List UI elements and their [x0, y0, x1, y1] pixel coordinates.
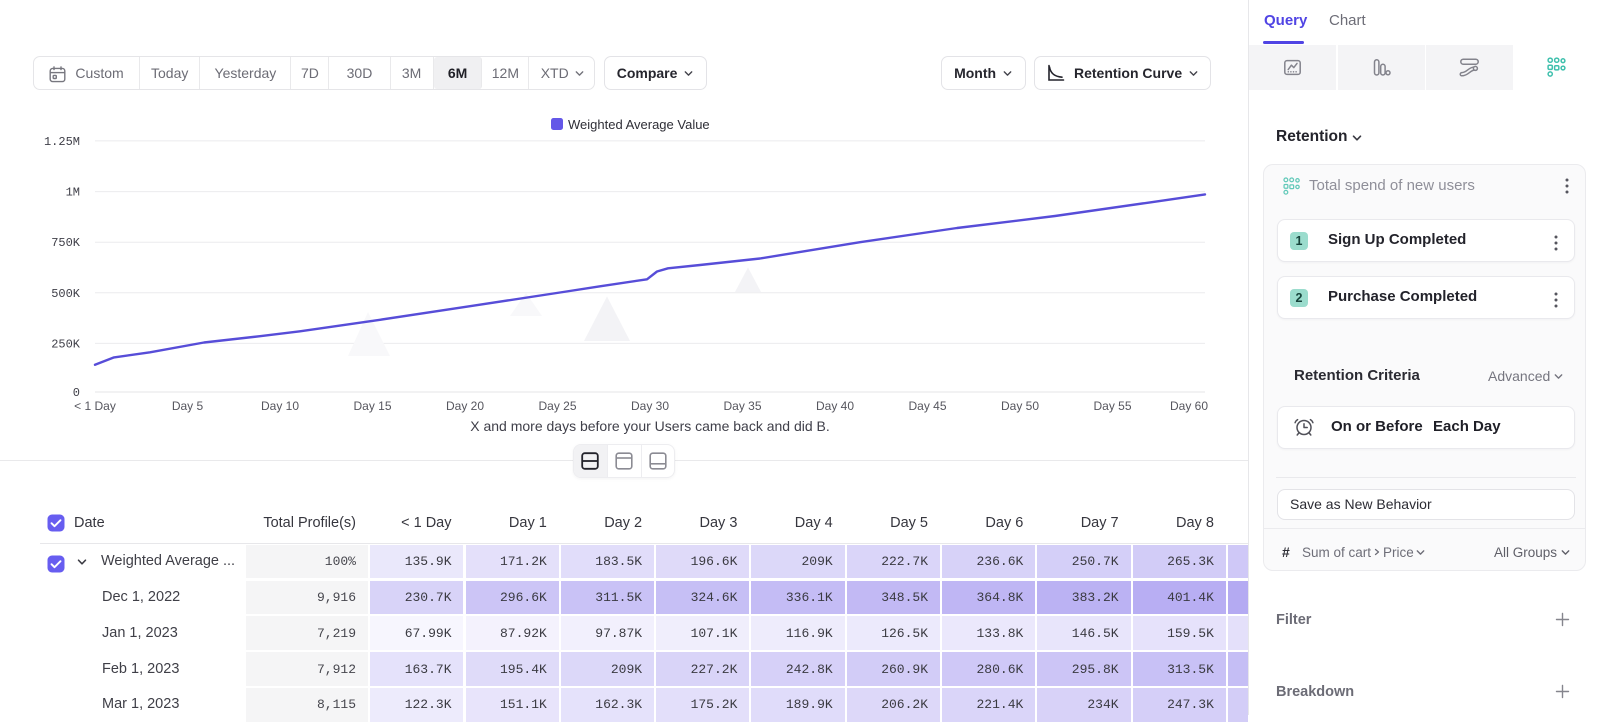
svg-text:750K: 750K: [51, 236, 81, 250]
svg-text:Day 15: Day 15: [353, 399, 391, 413]
svg-text:0: 0: [73, 386, 80, 400]
svg-text:250K: 250K: [51, 337, 81, 351]
svg-text:< 1 Day: < 1 Day: [74, 399, 116, 413]
svg-text:Day 40: Day 40: [816, 399, 854, 413]
svg-text:Day 5: Day 5: [172, 399, 204, 413]
svg-text:1.25M: 1.25M: [44, 135, 80, 149]
svg-text:500K: 500K: [51, 287, 81, 301]
svg-text:1M: 1M: [66, 186, 80, 200]
svg-text:Day 25: Day 25: [538, 399, 576, 413]
svg-text:Day 45: Day 45: [908, 399, 946, 413]
svg-text:Day 55: Day 55: [1093, 399, 1131, 413]
svg-text:Day 10: Day 10: [261, 399, 299, 413]
svg-text:Day 60: Day 60: [1170, 399, 1208, 413]
svg-text:Day 35: Day 35: [723, 399, 761, 413]
svg-text:Day 20: Day 20: [446, 399, 484, 413]
svg-text:Day 50: Day 50: [1001, 399, 1039, 413]
svg-text:Day 30: Day 30: [631, 399, 669, 413]
